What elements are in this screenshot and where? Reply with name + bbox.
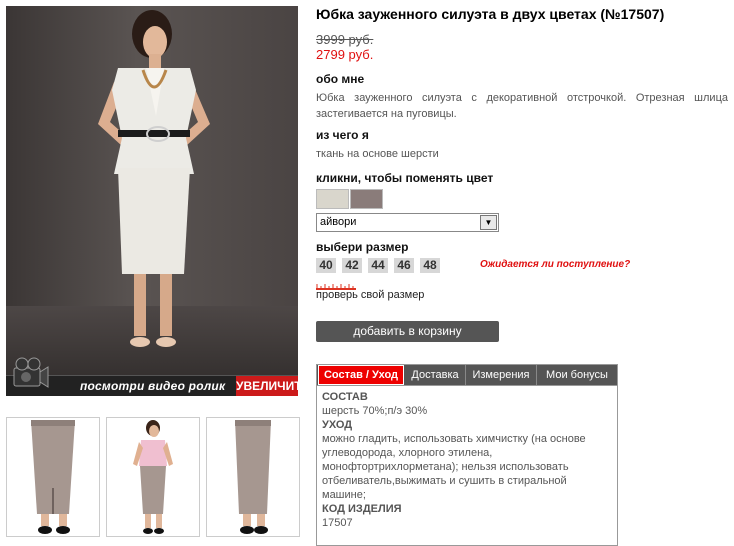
size-option-46[interactable]: 46 [394, 258, 414, 273]
size-heading: выбери размер [316, 240, 409, 254]
restock-inquiry-link[interactable]: Ожидается ли поступление? [480, 259, 630, 270]
old-price: 3999 руб. [316, 32, 374, 47]
tab-my-bonuses[interactable]: Мои бонусы [537, 365, 617, 385]
video-camera-icon[interactable] [8, 356, 50, 394]
zoom-button[interactable]: УВЕЛИЧИТЬ [236, 376, 298, 396]
about-text: Юбка зауженного силуэта с декоративной о… [316, 92, 728, 120]
thumbnail-skirt-side-image [235, 420, 271, 534]
tab-composition-care[interactable]: Состав / Уход [318, 365, 404, 385]
care-text: можно гладить, использовать химчистку (н… [322, 433, 586, 501]
color-swatch-mauve[interactable] [350, 189, 383, 209]
product-code-heading: КОД ИЗДЕЛИЯ [322, 503, 402, 515]
size-option-40[interactable]: 40 [316, 258, 336, 273]
size-option-48[interactable]: 48 [420, 258, 440, 273]
care-heading: УХОД [322, 419, 353, 431]
tab-delivery[interactable]: Доставка [405, 365, 466, 385]
model-figure [98, 10, 210, 347]
color-select[interactable]: айвори ▼ [316, 213, 499, 232]
about-heading: обо мне [316, 72, 365, 86]
size-option-44[interactable]: 44 [368, 258, 388, 273]
thumbnail-3[interactable] [206, 417, 300, 537]
tab-panel-composition: СОСТАВ шерсть 70%;п/э 30% УХОД можно гла… [316, 386, 618, 546]
thumbnail-1[interactable] [6, 417, 100, 537]
thumbnail-model-pink-top-image [133, 420, 173, 534]
thumbnail-skirt-back-image [31, 420, 75, 534]
watch-video-label[interactable]: посмотри видео ролик [80, 379, 225, 393]
current-price: 2799 руб. [316, 47, 374, 62]
product-title: Юбка зауженного силуэта в двух цветах (№… [316, 6, 665, 22]
composition-heading: СОСТАВ [322, 391, 368, 403]
tab-measurements[interactable]: Измерения [466, 365, 537, 385]
size-option-42[interactable]: 42 [342, 258, 362, 273]
color-heading: кликни, чтобы поменять цвет [316, 171, 494, 185]
check-size-link[interactable]: проверь свой размер [316, 289, 424, 301]
product-code: 17507 [322, 517, 353, 529]
add-to-cart-button[interactable]: добавить в корзину [316, 321, 499, 342]
chevron-down-icon[interactable]: ▼ [480, 215, 497, 230]
color-swatch-ivory[interactable] [316, 189, 349, 209]
info-tabs: Состав / Уход Доставка Измерения Мои бон… [316, 364, 618, 386]
material-heading: из чего я [316, 128, 369, 142]
composition-text: шерсть 70%;п/э 30% [322, 405, 428, 417]
thumbnail-2[interactable] [106, 417, 200, 537]
color-select-value: айвори [320, 216, 357, 228]
material-text: ткань на основе шерсти [316, 148, 439, 160]
main-product-photo[interactable]: посмотри видео ролик УВЕЛИЧИТЬ [6, 6, 298, 396]
